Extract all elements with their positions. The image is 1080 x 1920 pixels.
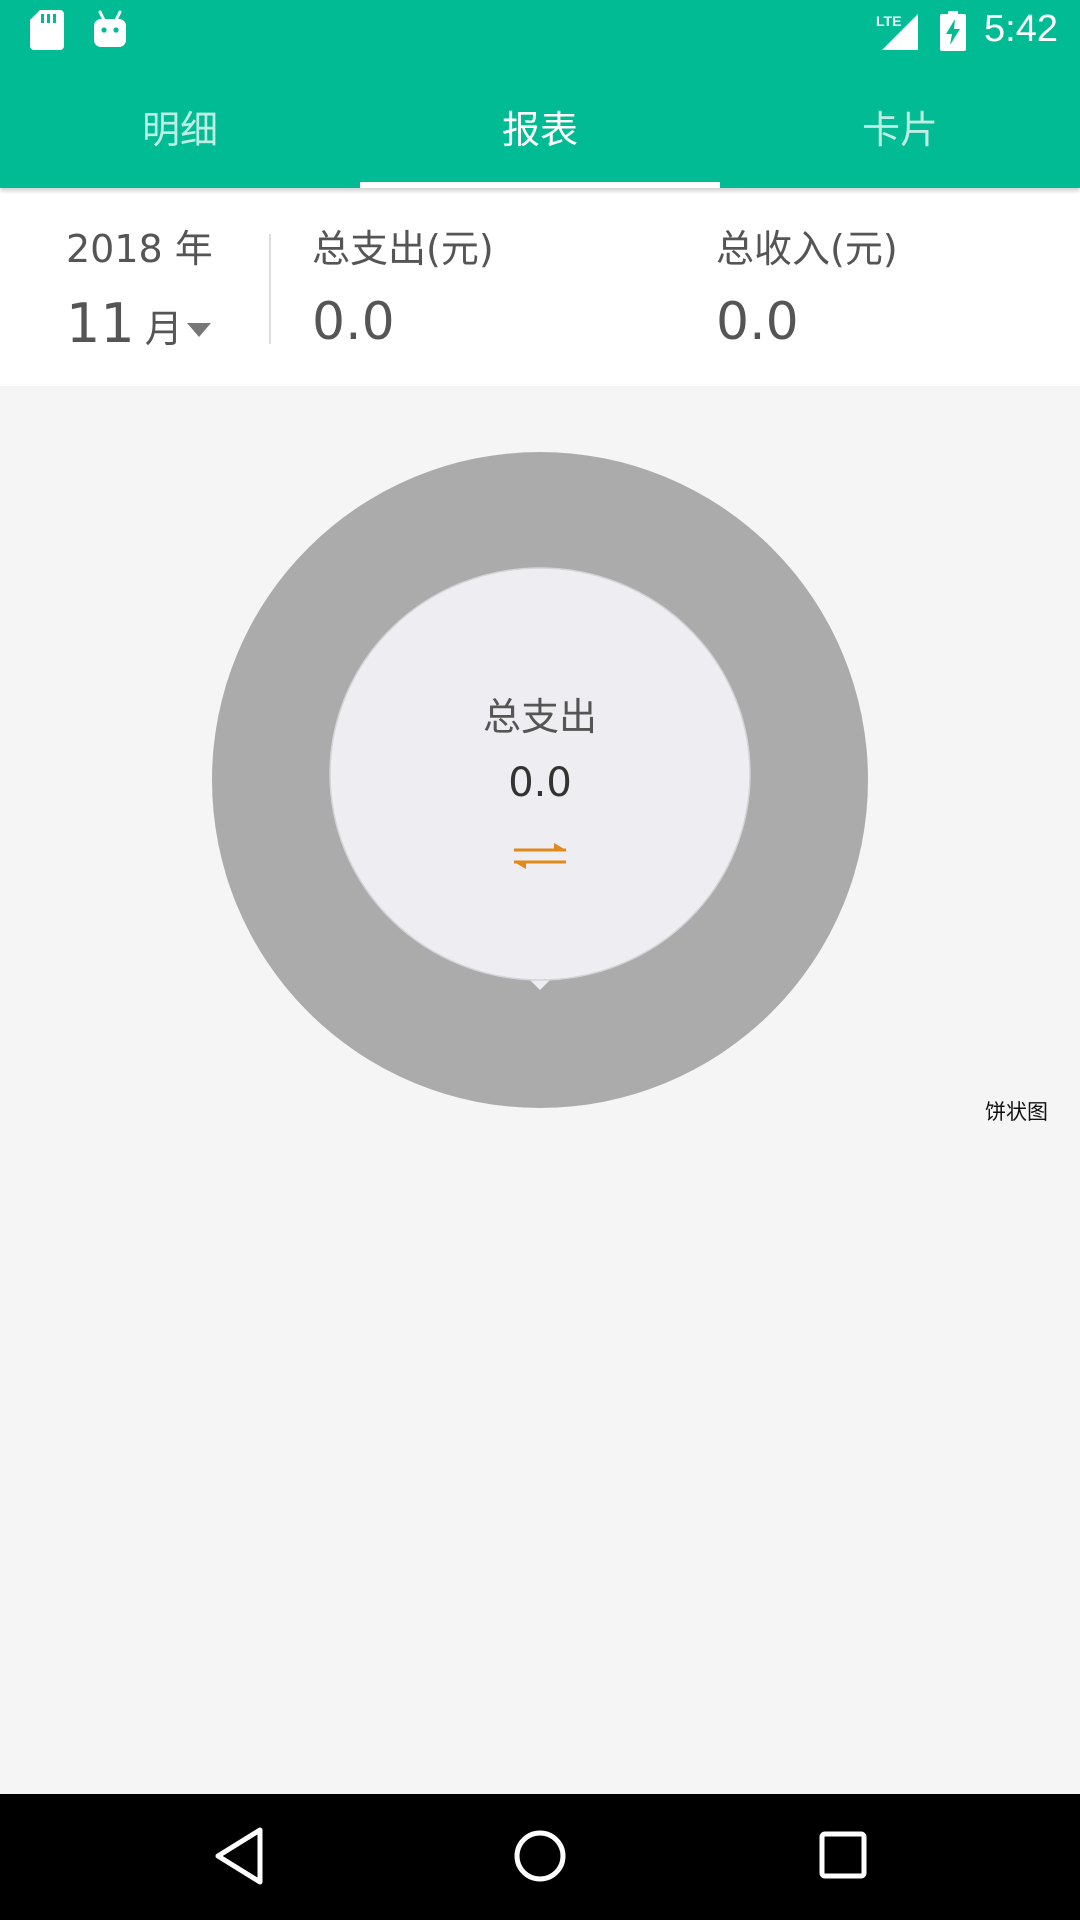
- tab-reports[interactable]: 报表: [360, 64, 720, 188]
- swap-arrows-icon[interactable]: [510, 841, 570, 871]
- total-expense-label: 总支出(元): [312, 227, 494, 271]
- total-expense-value: 0.0: [312, 292, 395, 352]
- back-icon[interactable]: [212, 1824, 268, 1888]
- center-value: 0.0: [508, 760, 572, 806]
- home-icon[interactable]: [508, 1824, 572, 1888]
- svg-text:LTE: LTE: [876, 13, 901, 29]
- month-number: 11: [66, 292, 135, 355]
- signal-icon: LTE: [876, 13, 918, 50]
- tab-indicator: [360, 182, 720, 188]
- tab-cards[interactable]: 卡片: [720, 64, 1080, 188]
- chart-area: 总支出 0.0 饼状图: [0, 386, 1080, 1794]
- tab-bar: 明细 报表 卡片: [0, 64, 1080, 188]
- center-title: 总支出: [482, 695, 597, 739]
- dropdown-caret-icon: [186, 322, 211, 337]
- month-selector[interactable]: 11 月: [66, 292, 211, 355]
- status-bar: LTE 5:42: [0, 0, 1080, 64]
- month-unit: 月: [144, 307, 183, 351]
- tab-details[interactable]: 明细: [0, 64, 360, 188]
- recents-icon[interactable]: [812, 1824, 876, 1888]
- summary-panel: 2018 年 11 月 总支出(元) 0.0 总收入(元) 0.0: [0, 188, 1080, 386]
- navigation-bar: [0, 1794, 1080, 1920]
- divider: [269, 234, 271, 344]
- clock: 5:42: [984, 8, 1058, 50]
- total-income-value: 0.0: [716, 292, 799, 352]
- total-income-label: 总收入(元): [716, 227, 898, 271]
- chart-description: 饼状图: [985, 1100, 1048, 1124]
- year-label[interactable]: 2018 年: [66, 218, 213, 273]
- sd-card-icon: [30, 10, 64, 50]
- android-icon: [94, 10, 126, 47]
- battery-charging-icon: [940, 11, 966, 51]
